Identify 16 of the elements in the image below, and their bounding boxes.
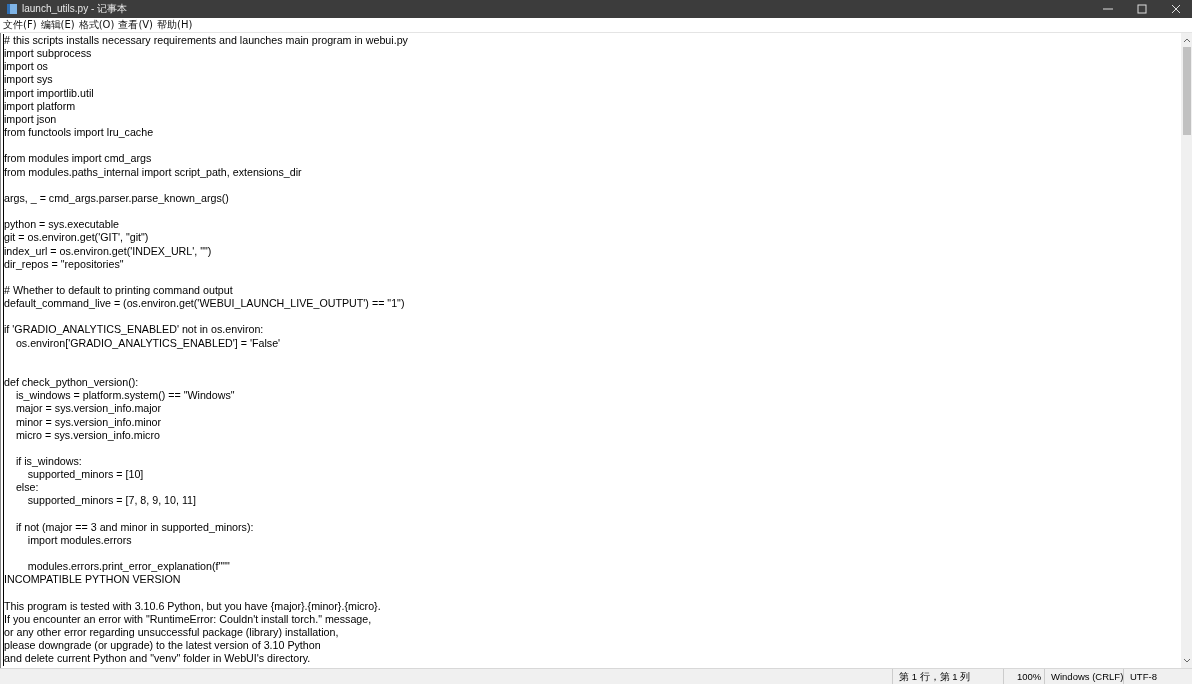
status-text: 第 1 行，第 1 列	[892, 669, 1003, 684]
status-text: 100%	[1003, 669, 1044, 684]
window-title: launch_utils.py - 记事本	[22, 2, 128, 16]
menu-item[interactable]: 文件(F)	[3, 18, 37, 32]
maximize-icon[interactable]	[1137, 4, 1147, 14]
menu-item[interactable]: 查看(V)	[118, 18, 154, 32]
close-icon[interactable]	[1171, 4, 1181, 14]
status-text: UTF-8	[1123, 669, 1192, 684]
scroll-up-icon[interactable]	[1182, 37, 1191, 43]
scroll-down-icon[interactable]	[1182, 658, 1191, 664]
menu-item[interactable]: 编辑(E)	[40, 18, 75, 32]
status-text: Windows (CRLF)	[1044, 669, 1123, 684]
menu-item[interactable]: 帮助(H)	[157, 18, 193, 32]
scrollbar-thumb[interactable]	[1182, 47, 1191, 135]
notepad-icon	[6, 3, 18, 15]
menu-item[interactable]: 格式(O)	[78, 18, 115, 32]
